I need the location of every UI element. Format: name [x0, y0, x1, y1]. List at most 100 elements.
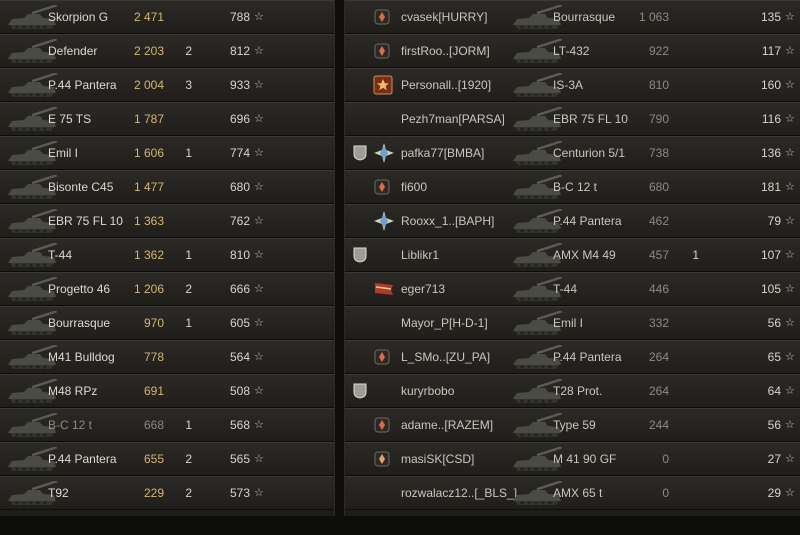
- star-icon: ☆: [254, 79, 264, 91]
- xp-value: 508: [229, 384, 250, 398]
- tank-name: Emil I: [553, 316, 583, 330]
- damage-value: 1 362: [133, 248, 164, 262]
- star-icon: ☆: [785, 113, 795, 125]
- rank-icon: [373, 443, 393, 475]
- player-row[interactable]: E 75 TS 1 787 696 ☆: [0, 102, 334, 136]
- player-row[interactable]: pafka77[BMBA] Centurion 5/1 738 136 ☆: [345, 136, 800, 170]
- platoon-shield-icon: [353, 137, 367, 169]
- tank-name: AMX M4 49: [553, 248, 616, 262]
- rank-icon: [373, 1, 393, 33]
- rank-icon: [373, 205, 394, 237]
- tank-name: T28 Prot.: [553, 384, 603, 398]
- player-name: eger713: [401, 282, 446, 296]
- player-row[interactable]: Personall..[1920] IS-3A 810 160 ☆: [345, 68, 800, 102]
- bottom-bar: [0, 516, 800, 535]
- player-row[interactable]: T-44 1 362 1 810 ☆: [0, 238, 334, 272]
- player-row[interactable]: Pezh7man[PARSA] EBR 75 FL 10 790 116 ☆: [345, 102, 800, 136]
- damage-value: 2 004: [133, 78, 164, 92]
- player-row[interactable]: Emil I 1 606 1 774 ☆: [0, 136, 334, 170]
- player-row[interactable]: rozwalacz12..[_BLS_] AMX 65 t 0 29 ☆: [345, 476, 800, 510]
- damage-value: 2 471: [133, 10, 164, 24]
- kills-value: 1: [185, 418, 192, 432]
- kills-value: [685, 205, 699, 237]
- player-name: rozwalacz12..[_BLS_]: [401, 486, 518, 500]
- kills-value: [176, 341, 192, 373]
- xp-value: 564: [229, 350, 250, 364]
- platoon-shield-icon: [353, 375, 367, 407]
- player-row[interactable]: eger713 T-44 446 105 ☆: [345, 272, 800, 306]
- player-row[interactable]: T92 229 2 573 ☆: [0, 476, 334, 510]
- player-row[interactable]: masiSK[CSD] M 41 90 GF 0 27 ☆: [345, 442, 800, 476]
- player-name: Personall..[1920]: [401, 78, 492, 92]
- tank-name: P.44 Pantera: [553, 214, 622, 228]
- player-row[interactable]: Mayor_P[H-D-1] Emil I 332 56 ☆: [345, 306, 800, 340]
- player-row[interactable]: fi600 B-C 12 t 680 181 ☆: [345, 170, 800, 204]
- xp-value: 568: [229, 418, 250, 432]
- platoon-shield-icon: [353, 239, 367, 271]
- player-row[interactable]: kuryrbobo T28 Prot. 264 64 ☆: [345, 374, 800, 408]
- xp-value: 812: [229, 44, 250, 58]
- rank-icon: [373, 171, 393, 203]
- kills-value: 2: [185, 44, 192, 58]
- tank-name: IS-3A: [553, 78, 584, 92]
- kills-value: [176, 205, 192, 237]
- player-name: kuryrbobo: [401, 384, 455, 398]
- kills-value: 2: [185, 282, 192, 296]
- player-row[interactable]: firstRoo..[JORM] LT-432 922 117 ☆: [345, 34, 800, 68]
- xp-value: 27: [767, 452, 781, 466]
- star-icon: ☆: [254, 453, 264, 465]
- player-name: Pezh7man[PARSA]: [401, 112, 505, 126]
- player-row[interactable]: P.44 Pantera 2 004 3 933 ☆: [0, 68, 334, 102]
- star-icon: ☆: [254, 249, 264, 261]
- player-row[interactable]: M41 Bulldog 778 564 ☆: [0, 340, 334, 374]
- xp-value: 65: [767, 350, 781, 364]
- player-row[interactable]: Rooxx_1..[BAPH] P.44 Pantera 462 79 ☆: [345, 204, 800, 238]
- tank-name: B-C 12 t: [553, 180, 598, 194]
- damage-value: 1 206: [133, 282, 164, 296]
- kills-value: [685, 307, 699, 339]
- xp-value: 933: [229, 78, 250, 92]
- kills-value: 1: [692, 248, 699, 262]
- star-icon: ☆: [254, 181, 264, 193]
- player-row[interactable]: Liblikr1 AMX M4 49 457 1 107 ☆: [345, 238, 800, 272]
- tank-name: T-44: [48, 248, 73, 262]
- player-name: Rooxx_1..[BAPH]: [401, 214, 495, 228]
- rank-icon: [373, 69, 393, 101]
- player-name: firstRoo..[JORM]: [401, 44, 490, 58]
- rank-icon: [373, 35, 393, 67]
- team-divider: [334, 0, 345, 535]
- damage-value: 457: [648, 248, 669, 262]
- tank-name: Bisonte C45: [48, 180, 114, 194]
- xp-value: 605: [229, 316, 250, 330]
- star-icon: ☆: [254, 351, 264, 363]
- star-icon: ☆: [785, 45, 795, 57]
- player-row[interactable]: B-C 12 t 668 1 568 ☆: [0, 408, 334, 442]
- player-row[interactable]: M48 RPz 691 508 ☆: [0, 374, 334, 408]
- player-row[interactable]: Bourrasque 970 1 605 ☆: [0, 306, 334, 340]
- damage-value: 680: [648, 180, 669, 194]
- player-row[interactable]: L_SMo..[ZU_PA] P.44 Pantera 264 65 ☆: [345, 340, 800, 374]
- player-row[interactable]: P.44 Pantera 655 2 565 ☆: [0, 442, 334, 476]
- player-row[interactable]: EBR 75 FL 10 1 363 762 ☆: [0, 204, 334, 238]
- damage-value: 244: [648, 418, 669, 432]
- kills-value: 2: [185, 452, 192, 466]
- player-row[interactable]: adame..[RAZEM] Type 59 244 56 ☆: [345, 408, 800, 442]
- xp-value: 29: [767, 486, 781, 500]
- star-icon: ☆: [785, 181, 795, 193]
- xp-value: 680: [229, 180, 250, 194]
- damage-value: 0: [662, 452, 669, 466]
- star-icon: ☆: [785, 11, 795, 23]
- kills-value: [685, 103, 699, 135]
- player-row[interactable]: Defender 2 203 2 812 ☆: [0, 34, 334, 68]
- player-row[interactable]: Skorpion G 2 471 788 ☆: [0, 0, 334, 34]
- star-icon: ☆: [254, 147, 264, 159]
- player-row[interactable]: Progetto 46 1 206 2 666 ☆: [0, 272, 334, 306]
- player-row[interactable]: Bisonte C45 1 477 680 ☆: [0, 170, 334, 204]
- kills-value: [685, 409, 699, 441]
- xp-value: 56: [767, 316, 781, 330]
- tank-name: T-44: [553, 282, 578, 296]
- player-name: cvasek[HURRY]: [401, 10, 488, 24]
- player-row[interactable]: cvasek[HURRY] Bourrasque 1 063 135 ☆: [345, 0, 800, 34]
- xp-value: 117: [761, 44, 781, 58]
- kills-value: [685, 35, 699, 67]
